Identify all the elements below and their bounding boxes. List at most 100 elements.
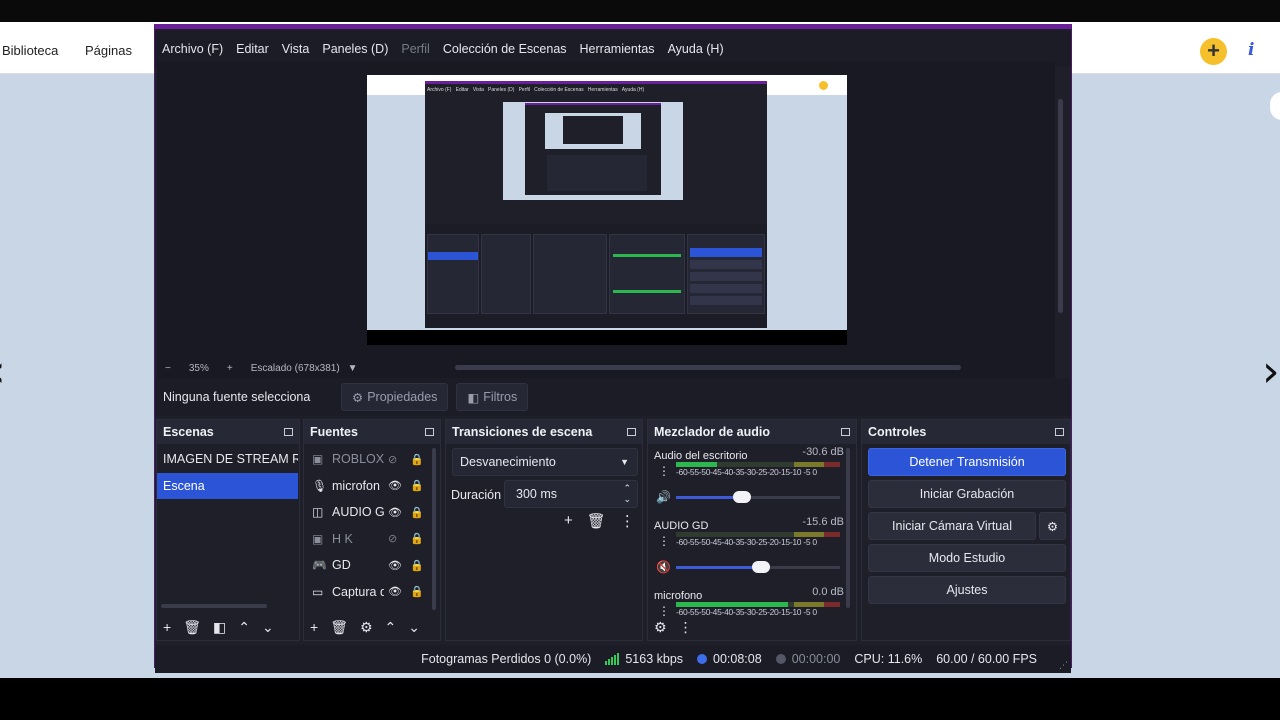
info-icon[interactable]: i [1248,40,1254,60]
studio-mode-button[interactable]: Modo Estudio [868,544,1066,572]
unlock-icon[interactable]: 🔒 [410,585,426,598]
duration-spinbox[interactable]: 300 ms ⌃ ⌄ [504,480,638,508]
undock-icon[interactable] [1055,428,1064,436]
obs-window: Archivo (F) Editar Vista Paneles (D) Per… [154,24,1072,673]
more-options-icon[interactable]: ⋮ [658,464,670,478]
eye-hidden-icon[interactable]: ⊘ [388,532,404,545]
preview-btn-3 [690,284,762,293]
more-options-icon[interactable]: ⋮ [658,534,670,548]
lock-icon[interactable]: 🔒 [410,532,426,545]
source-item[interactable]: 🎙 microfon 👁 🔒 [304,473,430,500]
lock-icon[interactable]: 🔒 [410,506,426,519]
more-options-icon[interactable]: ⋮ [679,619,693,636]
slider-handle[interactable] [732,491,751,503]
menu-perfil[interactable]: Perfil [401,42,429,56]
eye-icon[interactable]: 👁 [388,479,404,492]
move-down-icon[interactable]: ⌄ [262,619,274,636]
menu-coleccion[interactable]: Colección de Escenas [443,42,567,56]
menu-paneles[interactable]: Paneles (D) [322,42,388,56]
menu-archivo[interactable]: Archivo (F) [162,42,223,56]
nav-biblioteca[interactable]: Biblioteca [2,43,58,58]
speaker-muted-icon[interactable]: 🔇 [656,560,671,574]
zoom-in-button[interactable]: + [227,363,233,374]
gear-icon[interactable]: ⚙ [360,619,373,636]
add-icon[interactable]: + [1200,38,1227,65]
transition-type-select[interactable]: Desvanecimiento ▼ [452,448,638,476]
meter-red [823,462,840,467]
preview-horizontal-scrollbar[interactable] [455,365,961,370]
add-transition-icon[interactable]: + [564,512,573,530]
lock-icon[interactable]: 🔒 [410,453,426,466]
undock-icon[interactable] [284,428,293,436]
trash-icon[interactable]: 🗑 [330,619,348,636]
start-recording-button[interactable]: Iniciar Grabación [868,480,1066,508]
properties-button[interactable]: ⚙ Propiedades [341,383,449,411]
settings-button[interactable]: Ajustes [868,576,1066,604]
lock-icon[interactable]: 🔒 [410,559,426,572]
menu-herramientas[interactable]: Herramientas [580,42,655,56]
eye-icon[interactable]: 👁 [388,506,404,519]
trash-icon[interactable]: 🗑 [183,619,201,636]
move-up-icon[interactable]: ⌃ [238,619,250,636]
filters-button[interactable]: ◧ Filtros [456,383,529,411]
transition-buttons: + 🗑 ⋮ [564,512,635,530]
source-name: ROBLOX [332,452,384,467]
speaker-icon[interactable]: 🔊 [656,490,671,504]
channel-db: -15.6 dB [802,516,844,528]
preview-area[interactable]: Archivo (F) Editar Vista Paneles (D) Per… [157,62,1055,358]
source-name: GD [332,558,351,573]
source-item[interactable]: 🎮 GD 👁 🔒 [304,552,430,579]
source-item[interactable]: ▣ H K ⊘ 🔒 [304,526,430,553]
screen-top-bar [0,0,1280,22]
eye-hidden-icon[interactable]: ⊘ [388,453,404,466]
virtual-camera-settings-gear-icon[interactable]: ⚙ [1039,512,1066,540]
slider-handle[interactable] [752,561,771,573]
source-item[interactable]: ▣ ROBLOX ⊘ 🔒 [304,446,430,473]
scene-filters-icon[interactable]: ◧ [213,619,226,636]
mixer-scrollbar[interactable] [846,448,850,608]
zoom-level: 35% [188,362,209,374]
move-up-icon[interactable]: ⌃ [385,619,397,636]
lock-icon[interactable]: 🔒 [410,479,426,492]
transitions-title: Transiciones de escena [452,425,593,439]
scene-item[interactable]: IMAGEN DE STREAM RAN [157,446,298,472]
menu-editar[interactable]: Editar [236,42,269,56]
nav-paginas[interactable]: Páginas [85,43,132,58]
chevron-right-icon[interactable]: › [1262,350,1280,394]
source-item[interactable]: ▭ Captura d 👁 🔒 [304,579,430,606]
zoom-dropdown-icon[interactable]: ▼ [348,363,358,374]
chevron-left-icon[interactable]: ‹ [0,350,6,394]
undock-icon[interactable] [627,428,636,436]
undock-icon[interactable] [425,428,434,436]
eye-icon[interactable]: 👁 [388,585,404,598]
preview-vertical-scrollbar[interactable] [1058,99,1063,313]
volume-slider[interactable] [676,561,840,573]
scene-item-selected[interactable]: Escena [157,473,298,499]
add-scene-icon[interactable]: + [163,619,171,635]
resize-grip-icon[interactable]: ⋰ [1059,660,1068,671]
zoom-out-button[interactable]: − [165,363,171,374]
undock-icon[interactable] [841,428,850,436]
trash-icon[interactable]: 🗑 [587,512,606,530]
move-down-icon[interactable]: ⌄ [408,619,420,636]
channel-db: -30.6 dB [802,446,844,458]
preview-mixer [609,234,685,314]
sources-scrollbar[interactable] [432,448,436,610]
meter-red [823,602,840,607]
add-source-icon[interactable]: + [310,619,318,635]
channel-name: microfono [654,590,703,602]
eye-icon[interactable]: 👁 [388,559,404,572]
more-options-icon[interactable]: ⋮ [620,512,635,530]
preview-canvas[interactable]: Archivo (F) Editar Vista Paneles (D) Per… [367,75,847,345]
virtual-camera-button[interactable]: Iniciar Cámara Virtual [868,512,1036,540]
menu-ayuda[interactable]: Ayuda (H) [668,42,724,56]
scenes-scrollbar[interactable] [161,604,267,608]
microphone-icon: 🎙 [312,478,328,493]
stop-stream-button[interactable]: Detener Transmisión [868,448,1066,476]
volume-slider[interactable] [676,491,840,503]
sources-dock: Fuentes ▣ ROBLOX ⊘ 🔒 🎙 microfon 👁 🔒 ◫ AUDIO G 👁 🔒 ▣ H… [303,419,441,641]
menu-vista[interactable]: Vista [282,42,310,56]
spin-arrows-icon[interactable]: ⌃ ⌄ [623,483,631,505]
advanced-audio-icon[interactable]: ⚙ [654,619,667,636]
source-item[interactable]: ◫ AUDIO G 👁 🔒 [304,499,430,526]
